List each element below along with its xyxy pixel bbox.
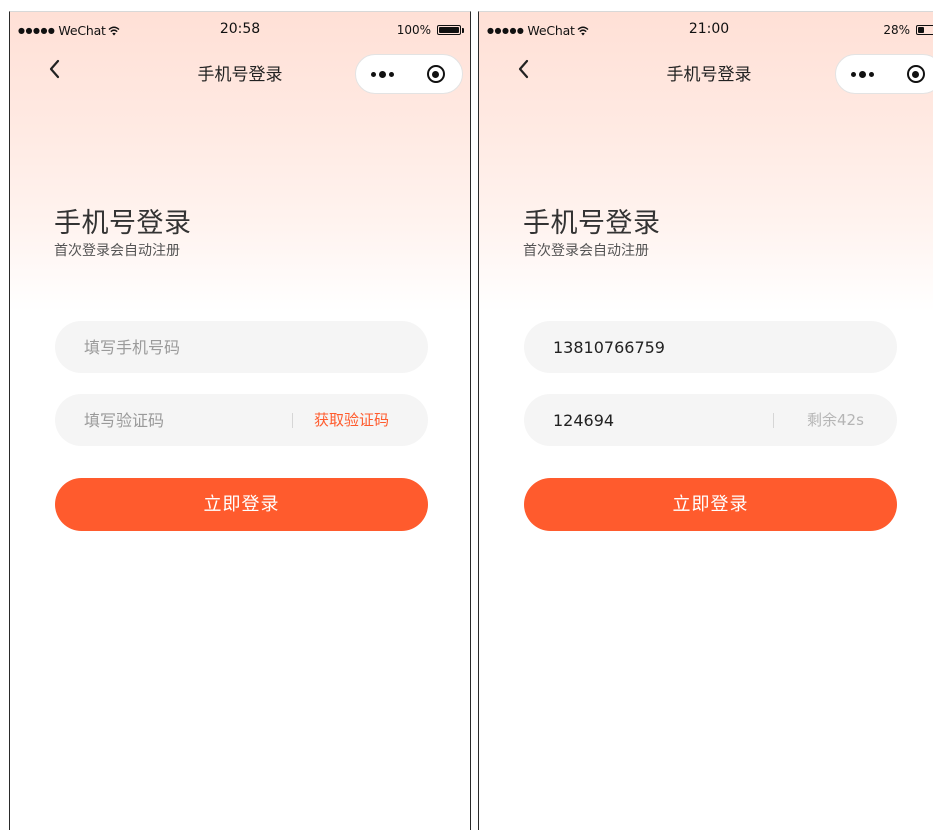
battery-percent: 100% <box>396 23 431 37</box>
login-button[interactable]: 立即登录 <box>55 478 428 531</box>
phone-screen-right: ●●●●● WeChat 21:00 28% 手机号登录 手机号登录 首次登录会… <box>478 11 933 830</box>
countdown-label: 剩余42s <box>807 411 864 429</box>
nav-bar: 手机号登录 <box>479 48 933 96</box>
nav-bar: 手机号登录 <box>10 48 470 96</box>
mini-program-capsule <box>355 54 463 94</box>
phone-input[interactable] <box>84 321 284 373</box>
target-circle-icon[interactable] <box>409 65 462 83</box>
battery-tip <box>462 27 464 33</box>
battery-fill <box>918 27 924 33</box>
battery-icon <box>916 25 933 35</box>
code-input[interactable] <box>553 394 753 446</box>
battery-percent: 28% <box>883 23 910 37</box>
target-circle-icon[interactable] <box>889 65 933 83</box>
page-heading: 手机号登录 <box>523 208 661 239</box>
code-input[interactable] <box>84 394 284 446</box>
field-divider <box>773 413 774 428</box>
code-field: 剩余42s <box>524 394 897 446</box>
battery-icon <box>437 25 461 35</box>
status-time: 21:00 <box>688 21 730 37</box>
phone-input[interactable] <box>553 321 753 373</box>
phone-field <box>55 321 428 373</box>
page-heading: 手机号登录 <box>54 208 192 239</box>
login-button[interactable]: 立即登录 <box>524 478 897 531</box>
page-subheading: 首次登录会自动注册 <box>523 243 649 259</box>
status-bar: ●●●●● WeChat 20:58 100% <box>10 12 470 44</box>
code-field: 获取验证码 <box>55 394 428 446</box>
more-dots-icon[interactable] <box>356 70 409 78</box>
battery: 100% <box>397 23 464 37</box>
more-dots-icon[interactable] <box>836 70 889 78</box>
phone-screen-left: ●●●●● WeChat 20:58 100% 手机号登录 手机号登录 首次登录… <box>9 11 471 830</box>
status-bar: ●●●●● WeChat 21:00 28% <box>479 12 933 44</box>
get-code-button[interactable]: 获取验证码 <box>314 394 389 446</box>
phone-field <box>524 321 897 373</box>
page-subheading: 首次登录会自动注册 <box>54 243 180 259</box>
battery-fill <box>439 27 459 33</box>
mini-program-capsule <box>835 54 933 94</box>
battery: 28% <box>883 23 933 37</box>
field-divider <box>292 413 293 428</box>
